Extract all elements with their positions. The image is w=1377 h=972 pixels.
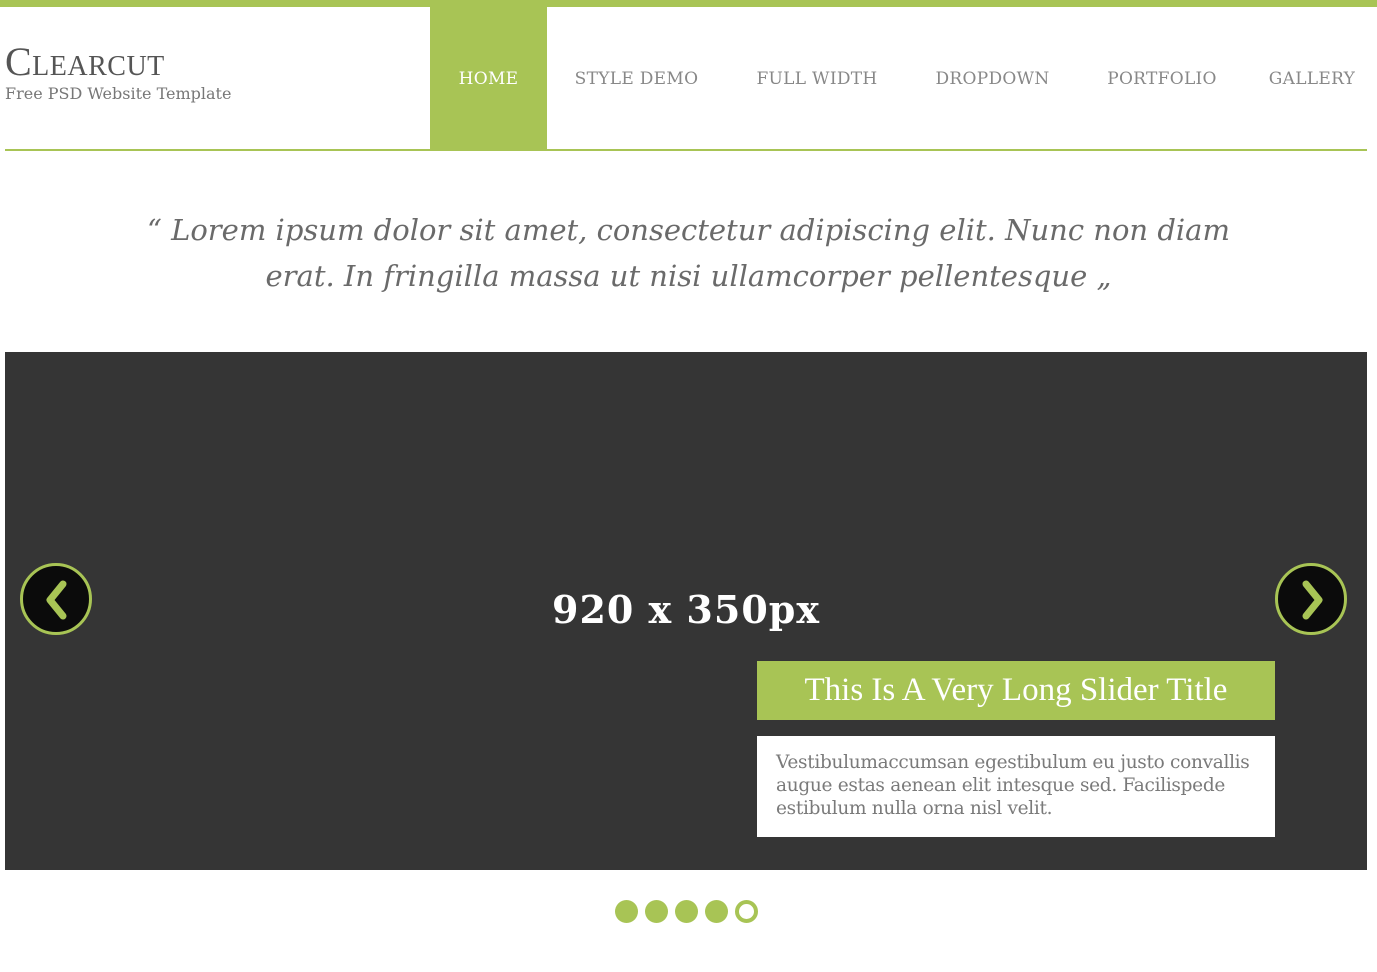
header-divider [5,149,1367,151]
slider-next-button[interactable] [1275,563,1347,635]
intro-quote: “ Lorem ipsum dolor sit amet, consectetu… [147,213,1230,293]
nav-item-full-width[interactable]: FULL WIDTH [726,7,908,150]
slide-placeholder-size: 920 x 350px [552,587,820,632]
nav-item-label: DROPDOWN [935,68,1050,89]
chevron-right-icon [1302,580,1323,620]
image-slider: 920 x 350px This Is A Very Long Slider T… [5,352,1367,870]
main-nav: HOME STYLE DEMO FULL WIDTH DROPDOWN PORT… [0,0,1377,150]
slider-prev-button[interactable] [20,563,92,635]
slider-caption-title: This Is A Very Long Slider Title [757,661,1275,720]
nav-item-gallery[interactable]: GALLERY [1247,7,1377,150]
nav-item-dropdown[interactable]: DROPDOWN [908,7,1077,150]
slider-dot-active[interactable] [735,900,758,923]
slider-pagination [615,900,758,924]
slider-dot[interactable] [705,900,728,923]
slider-dot[interactable] [615,900,638,923]
nav-item-label: FULL WIDTH [756,68,878,89]
nav-item-style-demo[interactable]: STYLE DEMO [547,7,726,150]
nav-item-label: HOME [458,68,519,89]
chevron-left-icon [46,580,67,620]
slider-caption-body: Vestibulumaccumsan egestibulum eu justo … [757,736,1275,837]
nav-item-label: GALLERY [1268,68,1356,89]
nav-item-portfolio[interactable]: PORTFOLIO [1077,7,1247,150]
slider-dot[interactable] [675,900,698,923]
nav-item-label: PORTFOLIO [1107,68,1217,89]
nav-item-home[interactable]: HOME [430,7,547,150]
slider-dot[interactable] [645,900,668,923]
nav-item-label: STYLE DEMO [574,68,699,89]
